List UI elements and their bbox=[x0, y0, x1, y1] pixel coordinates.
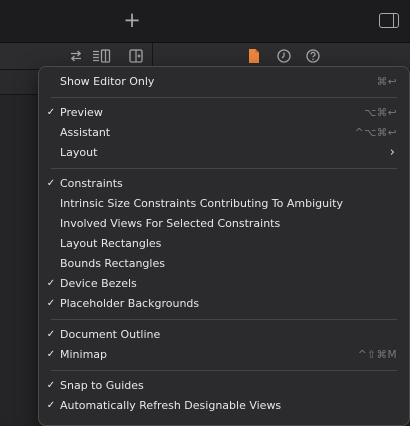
menu-item-intrinsic-size-constraints-contributing-to-ambiguity[interactable]: Intrinsic Size Constraints Contributing … bbox=[39, 194, 409, 214]
menu-item-layout[interactable]: Layout › bbox=[39, 143, 409, 163]
menu-item-shortcut: ⌘↩ bbox=[376, 76, 397, 88]
menu-item-label: Automatically Refresh Designable Views bbox=[60, 399, 282, 412]
menu-item-label: Placeholder Backgrounds bbox=[60, 297, 200, 310]
checkmark-icon: ✓ bbox=[46, 278, 56, 289]
editor-options-menu: Show Editor Only ⌘↩ ✓ Preview ⌥⌘↩ Assistant ^⌥… bbox=[38, 66, 410, 426]
menu-item-label: Bounds Rectangles bbox=[60, 257, 165, 270]
checkmark-icon: ✓ bbox=[46, 349, 56, 360]
tab-bar: + bbox=[0, 0, 410, 43]
menu-item-assistant[interactable]: Assistant ^⌥⌘↩ bbox=[39, 123, 409, 143]
menu-item-snap-to-guides[interactable]: ✓ Snap to Guides bbox=[39, 376, 409, 396]
related-items-icon[interactable] bbox=[68, 48, 84, 64]
menu-item-label: Assistant bbox=[60, 126, 111, 139]
menu-separator bbox=[51, 97, 397, 98]
plus-icon[interactable]: + bbox=[122, 9, 142, 31]
checkmark-icon: ✓ bbox=[46, 329, 56, 340]
file-inspector-icon[interactable] bbox=[247, 48, 261, 64]
menu-item-label: Involved Views For Selected Constraints bbox=[60, 217, 281, 230]
menu-separator bbox=[51, 370, 397, 371]
menu-item-automatically-refresh-designable-views[interactable]: ✓ Automatically Refresh Designable Views bbox=[39, 396, 409, 416]
menu-item-label: Show Editor Only bbox=[60, 75, 155, 88]
menu-item-label: Minimap bbox=[60, 348, 108, 361]
menu-item-shortcut: ⌥⌘↩ bbox=[364, 107, 397, 119]
checkmark-icon: ✓ bbox=[46, 400, 56, 411]
inspector-toggle-icon[interactable] bbox=[379, 13, 399, 28]
menu-item-minimap[interactable]: ✓ Minimap ^⇧⌘M bbox=[39, 345, 409, 365]
menu-item-shortcut: ^⇧⌘M bbox=[357, 349, 397, 361]
menu-item-label: Layout bbox=[60, 146, 98, 159]
checkmark-icon: ✓ bbox=[46, 380, 56, 391]
menu-item-show-editor-only[interactable]: Show Editor Only ⌘↩ bbox=[39, 72, 409, 92]
menu-item-label: Constraints bbox=[60, 177, 123, 190]
history-icon[interactable] bbox=[276, 48, 292, 64]
menu-item-layout-rectangles[interactable]: Layout Rectangles bbox=[39, 234, 409, 254]
menu-item-label: Layout Rectangles bbox=[60, 237, 162, 250]
menu-item-placeholder-backgrounds[interactable]: ✓ Placeholder Backgrounds bbox=[39, 294, 409, 314]
menu-item-label: Preview bbox=[60, 106, 103, 119]
add-editor-icon[interactable] bbox=[128, 48, 144, 64]
checkmark-icon: ✓ bbox=[46, 298, 56, 309]
checkmark-icon: ✓ bbox=[46, 178, 56, 189]
editor-options-icon[interactable] bbox=[92, 48, 112, 64]
help-icon[interactable] bbox=[305, 48, 321, 64]
menu-item-device-bezels[interactable]: ✓ Device Bezels bbox=[39, 274, 409, 294]
menu-item-document-outline[interactable]: ✓ Document Outline bbox=[39, 325, 409, 345]
menu-item-label: Device Bezels bbox=[60, 277, 137, 290]
checkmark-icon: ✓ bbox=[46, 107, 56, 118]
menu-item-label: Snap to Guides bbox=[60, 379, 144, 392]
chevron-right-icon: › bbox=[389, 145, 395, 160]
menu-item-constraints[interactable]: ✓ Constraints bbox=[39, 174, 409, 194]
menu-separator bbox=[51, 319, 397, 320]
menu-item-shortcut: ^⌥⌘↩ bbox=[354, 127, 397, 139]
menu-item-label: Intrinsic Size Constraints Contributing … bbox=[60, 197, 343, 210]
menu-item-label: Document Outline bbox=[60, 328, 161, 341]
menu-separator bbox=[51, 168, 397, 169]
menu-item-preview[interactable]: ✓ Preview ⌥⌘↩ bbox=[39, 103, 409, 123]
menu-item-involved-views-for-selected-constraints[interactable]: Involved Views For Selected Constraints bbox=[39, 214, 409, 234]
menu-item-bounds-rectangles[interactable]: Bounds Rectangles bbox=[39, 254, 409, 274]
